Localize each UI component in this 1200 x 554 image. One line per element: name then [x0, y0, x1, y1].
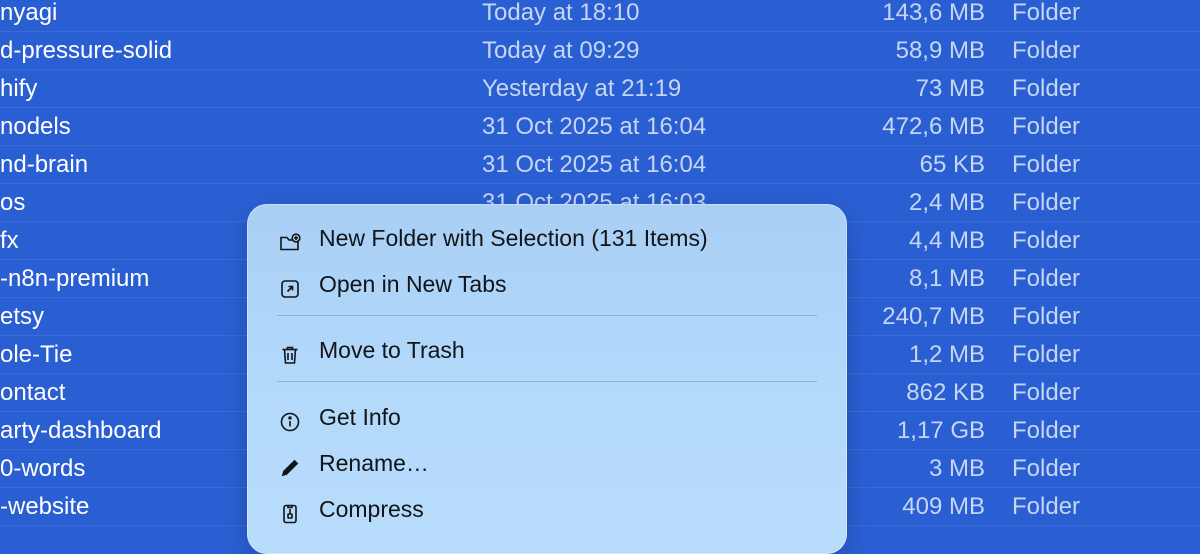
menu-item-move-to-trash[interactable]: Move to Trash — [277, 331, 822, 369]
file-name: nyagi — [0, 0, 58, 26]
menu-item-label: Get Info — [319, 404, 401, 430]
menu-item-label: Compress — [319, 496, 424, 522]
file-kind: Folder — [1012, 227, 1081, 254]
table-row[interactable]: hify Yesterday at 21:19 73 MB Folder — [0, 70, 1200, 108]
file-kind: Folder — [1012, 417, 1081, 444]
file-name: nodels — [0, 113, 71, 140]
open-in-new-tab-icon — [279, 273, 301, 298]
file-kind: Folder — [1012, 37, 1081, 64]
table-row[interactable]: nodels 31 Oct 2025 at 16:04 472,6 MB Fol… — [0, 108, 1200, 146]
file-kind: Folder — [1012, 379, 1081, 406]
table-row[interactable]: nd-brain 31 Oct 2025 at 16:04 65 KB Fold… — [0, 146, 1200, 184]
date-modified: 31 Oct 2025 at 16:04 — [482, 113, 707, 140]
archive-icon — [279, 498, 301, 524]
file-kind: Folder — [1012, 265, 1081, 292]
menu-item-open-in-new-tabs[interactable]: Open in New Tabs — [277, 265, 822, 303]
menu-item-rename[interactable]: Rename… — [277, 444, 822, 482]
menu-item-label: Open in New Tabs — [319, 271, 507, 297]
date-modified: Yesterday at 21:19 — [482, 75, 682, 102]
trash-icon — [279, 339, 301, 364]
file-size: 472,6 MB — [882, 113, 985, 140]
menu-item-get-info[interactable]: Get Info — [277, 398, 822, 436]
menu-item-new-folder-with-selection[interactable]: New Folder with Selection (131 Items) — [277, 219, 822, 257]
file-kind: Folder — [1012, 189, 1081, 216]
menu-separator — [277, 315, 817, 316]
date-modified: Today at 18:10 — [482, 0, 640, 26]
file-size: 143,6 MB — [882, 0, 985, 26]
file-kind: Folder — [1012, 493, 1081, 520]
context-menu: New Folder with Selection (131 Items) Op… — [247, 204, 847, 554]
table-row[interactable]: d-pressure-solid Today at 09:29 58,9 MB … — [0, 32, 1200, 70]
menu-item-label: New Folder with Selection (131 Items) — [319, 225, 708, 251]
file-kind: Folder — [1012, 303, 1081, 330]
pencil-icon — [279, 452, 301, 477]
folder-add-icon — [279, 227, 301, 251]
menu-item-label: Rename… — [319, 450, 429, 476]
info-icon — [279, 406, 301, 432]
file-kind: Folder — [1012, 0, 1081, 26]
date-modified: Today at 09:29 — [482, 37, 640, 64]
file-kind: Folder — [1012, 113, 1081, 140]
date-modified: 31 Oct 2025 at 16:04 — [482, 151, 707, 178]
file-kind: Folder — [1012, 455, 1081, 482]
menu-item-label: Move to Trash — [319, 337, 465, 363]
file-name: hify — [0, 75, 38, 102]
file-name: nd-brain — [0, 151, 89, 178]
table-row[interactable]: nyagi Today at 18:10 143,6 MB Folder — [0, 0, 1200, 32]
file-kind: Folder — [1012, 151, 1081, 178]
file-size: 65 KB — [919, 151, 985, 178]
menu-separator — [277, 381, 817, 382]
file-size: 73 MB — [915, 75, 985, 102]
file-size: 58,9 MB — [895, 37, 985, 64]
file-name: d-pressure-solid — [0, 37, 173, 64]
file-kind: Folder — [1012, 75, 1081, 102]
file-kind: Folder — [1012, 341, 1081, 368]
menu-item-compress[interactable]: Compress — [277, 490, 822, 528]
